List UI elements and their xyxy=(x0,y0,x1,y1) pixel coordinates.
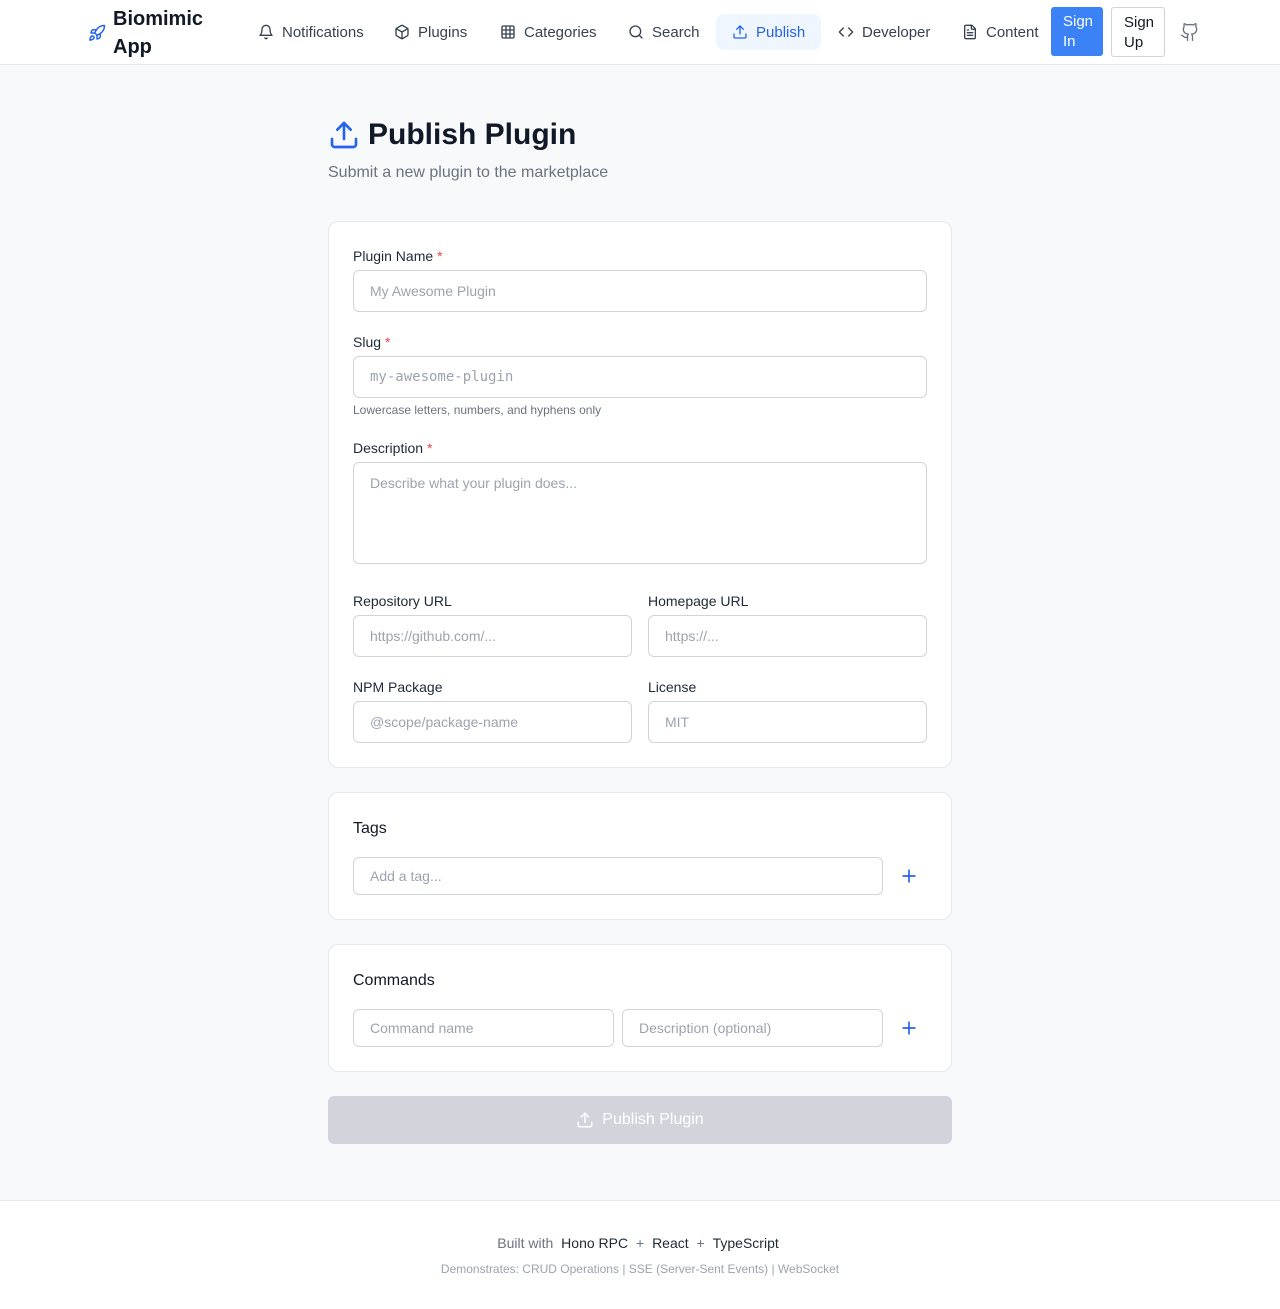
slug-input[interactable]: my-awesome-plugin xyxy=(353,356,927,398)
bell-icon xyxy=(259,24,273,40)
nav-notifications[interactable]: Notifications xyxy=(242,14,380,50)
demonstrates-line: Demonstrates: CRUD Operations | SSE (Ser… xyxy=(440,1262,840,1276)
tech-typescript: TypeScript xyxy=(712,1235,779,1251)
rocket-icon xyxy=(89,24,106,41)
search-icon xyxy=(629,25,643,39)
description-textarea[interactable]: Describe what your plugin does... xyxy=(353,462,927,564)
code-icon xyxy=(838,27,854,37)
top-navbar: Biomimic App Notifications Plugins Categ… xyxy=(0,0,1280,65)
nav-label: Publish xyxy=(756,23,806,41)
nav-content[interactable]: Content xyxy=(946,14,1055,50)
license-input[interactable]: MIT xyxy=(648,701,927,743)
nav-label: Notifications xyxy=(282,23,364,41)
package-icon xyxy=(395,24,409,40)
add-command-icon[interactable] xyxy=(899,1018,919,1038)
page-title: Publish Plugin xyxy=(368,118,577,151)
upload-icon xyxy=(330,121,358,149)
add-tag-icon[interactable] xyxy=(899,866,919,886)
sign-in-button[interactable]: Sign In xyxy=(1051,7,1103,56)
nav-plugins[interactable]: Plugins xyxy=(378,14,483,50)
nav-label: Plugins xyxy=(418,23,468,41)
footer: Built with Hono RPC + React + TypeScript… xyxy=(0,1200,1280,1309)
npm-package-input[interactable]: @scope/package-name xyxy=(353,701,632,743)
tags-title: Tags xyxy=(353,820,387,837)
command-name-input[interactable]: Command name xyxy=(353,1009,614,1047)
brand[interactable]: Biomimic App xyxy=(88,5,223,61)
nav-label: Content xyxy=(986,23,1039,41)
plugin-name-input[interactable]: My Awesome Plugin xyxy=(353,270,927,312)
file-text-icon xyxy=(964,24,976,40)
commands-title: Commands xyxy=(353,972,435,989)
publish-plugin-button[interactable]: Publish Plugin xyxy=(328,1096,952,1144)
nav-categories[interactable]: Categories xyxy=(484,14,613,50)
upload-icon xyxy=(577,1112,593,1128)
nav-label: Categories xyxy=(524,23,597,41)
nav-developer[interactable]: Developer xyxy=(822,14,946,50)
page-heading: Publish Plugin Submit a new plugin to th… xyxy=(328,118,608,182)
slug-hint: Lowercase letters, numbers, and hyphens … xyxy=(353,403,602,417)
tech-hono: Hono RPC xyxy=(561,1235,629,1251)
nav-publish[interactable]: Publish xyxy=(716,14,822,50)
homepage-url-input[interactable]: https://... xyxy=(648,615,927,657)
nav-label: Developer xyxy=(862,23,931,41)
nav-label: Search xyxy=(652,23,700,41)
repository-url-label: Repository URL xyxy=(353,593,452,609)
nav-search[interactable]: Search xyxy=(612,14,716,50)
plugin-name-label: Plugin Name * xyxy=(353,248,443,264)
plugin-details-card: Plugin Name * My Awesome Plugin Slug * my-… xyxy=(328,221,952,768)
tag-input[interactable]: Add a tag... xyxy=(353,857,883,895)
tech-react: React xyxy=(652,1235,689,1251)
github-icon[interactable] xyxy=(1180,22,1200,42)
slug-label: Slug * xyxy=(353,334,391,350)
publish-label: Publish Plugin xyxy=(602,1111,704,1128)
license-label: License xyxy=(648,679,697,695)
description-label: Description * xyxy=(353,440,433,456)
tags-card: Tags Add a tag... xyxy=(328,792,952,920)
repository-url-input[interactable]: https://github.com/... xyxy=(353,615,632,657)
npm-package-label: NPM Package xyxy=(353,679,443,695)
homepage-url-label: Homepage URL xyxy=(648,593,749,609)
brand-name: Biomimic App xyxy=(113,8,204,58)
upload-icon xyxy=(733,25,747,39)
sign-up-button[interactable]: Sign Up xyxy=(1111,7,1165,57)
commands-card: Commands Command name Description (optio… xyxy=(328,944,952,1072)
built-with-line: Built with Hono RPC + React + TypeScript xyxy=(497,1235,779,1251)
command-description-input[interactable]: Description (optional) xyxy=(622,1009,883,1047)
grid-icon xyxy=(501,25,515,39)
page-subtitle: Submit a new plugin to the marketplace xyxy=(328,164,609,181)
